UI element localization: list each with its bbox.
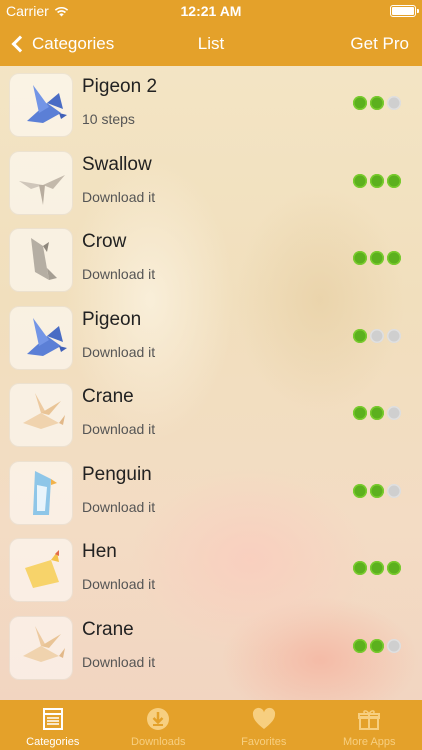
tab-bar: Categories Downloads Favorites More Apps	[0, 700, 422, 750]
list-item[interactable]: Pigeon 2 10 steps	[0, 66, 422, 143]
list-item-subtitle: Download it	[82, 421, 156, 437]
difficulty-rating	[353, 328, 401, 343]
list-item-title: Pigeon	[82, 308, 142, 330]
list-item-title: Swallow	[82, 153, 152, 175]
navigation-bar: Categories List Get Pro	[0, 22, 422, 66]
list-item-subtitle: Download it	[82, 266, 156, 282]
list-item[interactable]: Swallow Download it	[0, 144, 422, 221]
list-item[interactable]: Hen Download it	[0, 531, 422, 608]
list-item[interactable]: Crane Download it	[0, 376, 422, 453]
get-pro-button[interactable]: Get Pro	[350, 34, 409, 54]
tab-label: Categories	[26, 736, 80, 748]
difficulty-dot-filled	[370, 96, 384, 110]
list-item-subtitle: Download it	[82, 653, 156, 670]
list-item[interactable]: Crane Download it	[0, 609, 422, 686]
list-item[interactable]: Crow Download it	[0, 221, 422, 298]
difficulty-rating	[353, 483, 401, 498]
list-item-subtitle: 10 steps	[82, 111, 135, 127]
difficulty-dot-filled	[387, 173, 401, 188]
difficulty-dot-empty	[387, 328, 401, 343]
difficulty-dot-filled	[353, 96, 367, 110]
penguin-origami-icon	[9, 460, 73, 525]
list-item-subtitle: Download it	[82, 576, 156, 592]
difficulty-dot-empty	[370, 328, 384, 343]
difficulty-dot-filled	[353, 561, 367, 575]
list-item-title: Penguin	[82, 463, 152, 485]
difficulty-dot-filled	[370, 561, 384, 575]
difficulty-dot-filled	[370, 483, 384, 498]
list-item-title: Crane	[82, 618, 134, 640]
difficulty-dot-filled	[353, 251, 367, 265]
difficulty-dot-filled	[387, 561, 401, 575]
difficulty-rating	[353, 406, 401, 420]
difficulty-dot-filled	[370, 173, 384, 188]
difficulty-rating	[353, 561, 401, 575]
list-item-title: Crow	[82, 231, 127, 252]
tab-label: Downloads	[131, 736, 186, 748]
crane-origami-icon	[9, 383, 73, 447]
list-item-subtitle: Download it	[82, 188, 156, 205]
list-item-title: Pigeon 2	[82, 76, 158, 97]
list-item-title: Hen	[82, 541, 117, 562]
list-item-subtitle: Download it	[82, 343, 156, 360]
difficulty-rating	[353, 638, 401, 653]
difficulty-dot-filled	[353, 328, 367, 343]
status-time: 12:21 AM	[180, 3, 242, 19]
tab-downloads[interactable]: Downloads	[106, 700, 212, 750]
list-item[interactable]: Penguin Download it	[0, 454, 422, 531]
blue-pigeon-origami-icon	[9, 305, 73, 370]
heart-icon	[252, 707, 275, 729]
difficulty-dot-filled	[370, 251, 384, 265]
list-icon	[42, 708, 63, 730]
origami-list: Pigeon 2 10 steps Swallow Download it Crow Do…	[0, 66, 422, 700]
blue-pigeon-origami-icon	[9, 73, 73, 137]
difficulty-dot-empty	[387, 96, 401, 110]
tab-label: Favorites	[241, 736, 287, 748]
tab-label: More Apps	[342, 736, 396, 748]
tab-categories[interactable]: Categories	[0, 700, 106, 750]
gift-icon	[358, 710, 381, 730]
list-item[interactable]: Pigeon Download it	[0, 299, 422, 376]
tab-more-apps[interactable]: More Apps	[317, 700, 422, 750]
difficulty-dot-filled	[353, 173, 367, 188]
list-item-subtitle: Download it	[82, 498, 156, 515]
difficulty-dot-empty	[387, 483, 401, 498]
difficulty-rating	[353, 251, 401, 265]
list-item-title: Crane	[82, 386, 134, 407]
difficulty-dot-empty	[387, 638, 401, 653]
hen-origami-icon	[9, 538, 73, 602]
difficulty-dot-filled	[353, 406, 367, 420]
crow-origami-icon	[9, 228, 73, 292]
tab-favorites[interactable]: Favorites	[211, 700, 317, 750]
difficulty-dot-filled	[370, 406, 384, 420]
difficulty-dot-filled	[387, 251, 401, 265]
difficulty-rating	[353, 173, 401, 188]
download-icon	[147, 708, 170, 730]
crane-origami-icon	[9, 615, 73, 680]
difficulty-dot-empty	[387, 406, 401, 420]
difficulty-rating	[353, 96, 401, 110]
difficulty-dot-filled	[353, 483, 367, 498]
swallow-origami-icon	[9, 150, 73, 215]
difficulty-dot-filled	[370, 638, 384, 653]
battery-icon	[390, 5, 419, 17]
difficulty-dot-filled	[353, 638, 367, 653]
status-bar: Carrier 12:21 AM	[0, 0, 422, 22]
